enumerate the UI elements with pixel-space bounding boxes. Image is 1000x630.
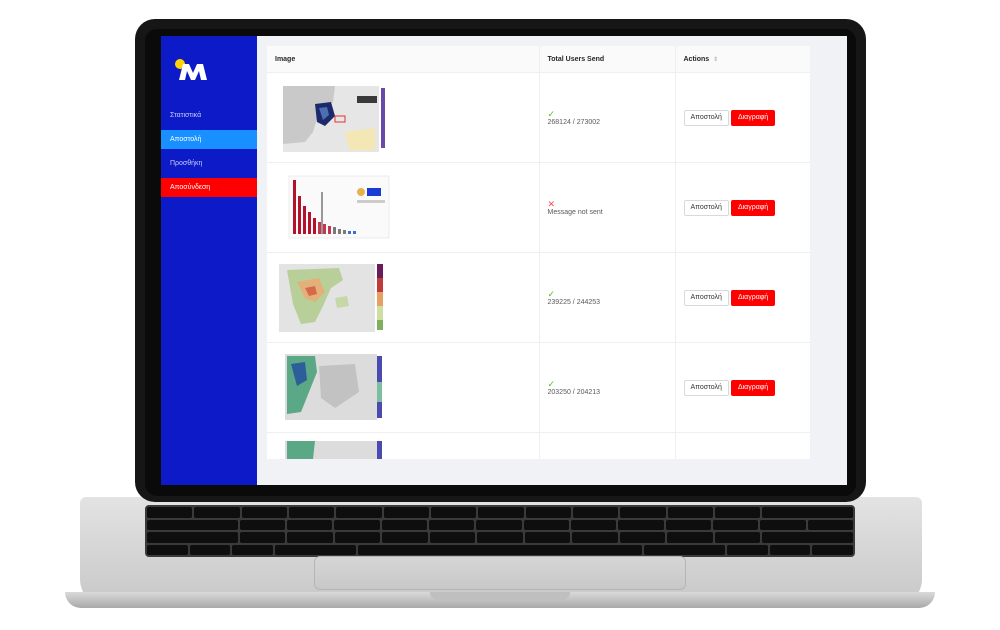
delete-button[interactable]: Διαγραφή [730,289,776,306]
sidebar: Στατιστικά Αποστολή Προσθήκη Αποσύνδεση [161,36,257,485]
total-cell: ✓ 239225 / 244253 [539,252,676,343]
app-screen: Στατιστικά Αποστολή Προσθήκη Αποσύνδεση … [161,36,847,485]
column-header-actions[interactable]: Actions ⇕ [675,46,810,73]
app-logo [175,59,207,80]
sort-icon[interactable]: ⇕ [713,57,718,63]
messages-table: Image Total Users Send Actions ⇕ ✓ 26812… [267,46,810,459]
delete-button[interactable]: Διαγραφή [730,379,776,396]
laptop-keyboard [145,505,855,557]
column-header-actions-label: Actions [683,55,710,63]
sidebar-item-send[interactable]: Αποστολή [161,130,257,149]
actions-cell: Αποστολή Διαγραφή [675,252,810,343]
column-header-total: Total Users Send [539,46,676,73]
chart-thumbnail [275,171,393,244]
actions-cell: Αποστολή Διαγραφή [675,342,810,433]
total-cell: ✓ 203250 / 204213 [539,342,676,433]
check-icon: ✓ [547,379,556,389]
sidebar-item-statistics[interactable]: Στατιστικά [161,106,257,125]
total-users-value: Message not sent [547,209,603,216]
main-content: Image Total Users Send Actions ⇕ ✓ 26812… [267,46,810,459]
total-cell: ✓ 268124 / 273002 [539,72,676,163]
delete-button[interactable]: Διαγραφή [730,109,776,126]
table-row: ✓ 268124 / 273002 Αποστολή Διαγραφή [267,72,810,163]
table-row: ✓ 203250 / 204213 Αποστολή Διαγραφή [267,342,810,433]
image-cell [267,432,540,459]
column-header-image: Image [267,46,540,73]
image-cell [267,342,540,433]
sidebar-item-logout[interactable]: Αποσύνδεση [161,178,257,197]
table-row [267,432,810,459]
total-users-value: 268124 / 273002 [547,119,601,126]
send-button[interactable]: Αποστολή [683,109,729,126]
sidebar-item-add[interactable]: Προσθήκη [161,154,257,173]
table-row: ✕ Message not sent Αποστολή Διαγραφή [267,162,810,253]
actions-cell: Αποστολή Διαγραφή [675,72,810,163]
send-button[interactable]: Αποστολή [683,199,729,216]
total-users-value: 203250 / 204213 [547,389,601,396]
send-button[interactable]: Αποστολή [683,289,729,306]
total-cell [539,432,676,459]
map-thumbnail [275,351,393,424]
total-users-value: 239225 / 244253 [547,299,601,306]
map-thumbnail [275,81,393,154]
table-header: Image Total Users Send Actions ⇕ [267,46,810,73]
close-icon: ✕ [547,199,556,209]
image-cell [267,252,540,343]
actions-cell [675,432,810,459]
image-cell [267,162,540,253]
map-thumbnail [275,261,393,334]
laptop-notch [430,592,570,600]
sidebar-nav: Στατιστικά Αποστολή Προσθήκη Αποσύνδεση [161,106,257,202]
table-row: ✓ 239225 / 244253 Αποστολή Διαγραφή [267,252,810,343]
map-thumbnail [275,439,393,459]
check-icon: ✓ [547,289,556,299]
image-cell [267,72,540,163]
send-button[interactable]: Αποστολή [683,379,729,396]
actions-cell: Αποστολή Διαγραφή [675,162,810,253]
total-cell: ✕ Message not sent [539,162,676,253]
delete-button[interactable]: Διαγραφή [730,199,776,216]
check-icon: ✓ [547,109,556,119]
laptop-trackpad [314,556,686,590]
